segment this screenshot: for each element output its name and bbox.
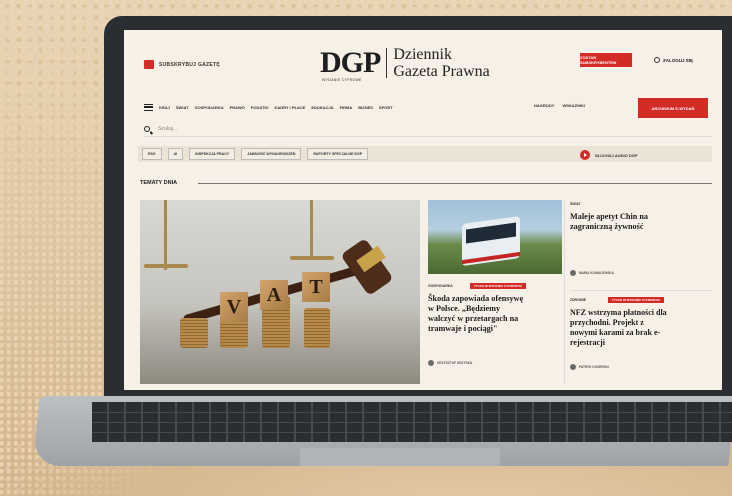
- topic-tag[interactable]: AI: [167, 148, 184, 160]
- nav-item[interactable]: FIRMA: [340, 105, 353, 110]
- nav-item[interactable]: PRAWO: [230, 105, 245, 110]
- play-icon: [580, 150, 590, 160]
- vat-cube: V: [220, 292, 248, 322]
- author-name: PATRYK KOZERSKI: [579, 365, 609, 369]
- digital-only-badge: TYLKO W WYDANIU CYFROWYM: [470, 283, 526, 289]
- headline-line: walczyć w przetargach na: [428, 314, 519, 323]
- keyboard-row: [92, 412, 732, 413]
- nav-awards-link[interactable]: NAGRODY: [534, 103, 554, 108]
- topic-tag[interactable]: INSPEKCJA PRACY: [189, 148, 236, 160]
- headline-line: przychodni. Projekt z: [570, 318, 644, 327]
- laptop-screen: SUBSKRYBUJ GAZETĘ DGP WYDANIE CYFROWE Dz…: [124, 30, 722, 390]
- coin-stack: [304, 308, 330, 348]
- login-link[interactable]: ZALOGUJ SIĘ: [654, 57, 693, 63]
- logo-name-line-1: Dziennik: [393, 46, 452, 63]
- scale-pan: [144, 264, 188, 268]
- listen-label: SŁUCHAJ AUDIO DGP: [595, 152, 638, 158]
- author-name: MARIA KOWALEWSKA: [579, 271, 614, 275]
- article-author[interactable]: PATRYK KOZERSKI: [570, 364, 609, 370]
- keyboard-row: [92, 422, 732, 423]
- tram-photo[interactable]: [428, 200, 562, 274]
- article-kicker: GOSPODARKA: [428, 284, 453, 288]
- nav-item[interactable]: EDUKACJA: [311, 105, 333, 110]
- nav-item[interactable]: PODATKI: [251, 105, 269, 110]
- logo-subtitle: WYDANIE CYFROWE: [322, 78, 362, 82]
- nav-item[interactable]: KRAJ: [159, 105, 170, 110]
- nav-item[interactable]: KADRY I PŁACE: [274, 105, 305, 110]
- headline-line: Maleje apetyt Chin na: [570, 212, 649, 221]
- nav-item[interactable]: ŚWIAT: [176, 105, 189, 110]
- headline-line: NFZ wstrzyma płatności dla: [570, 308, 667, 317]
- scale-post: [310, 200, 313, 260]
- vat-cube: A: [260, 280, 288, 310]
- article-kicker: ŚWIAT: [570, 202, 581, 206]
- section-divider: [198, 183, 712, 184]
- nav-item[interactable]: GOSPODARKA: [194, 105, 223, 110]
- topic-tag[interactable]: RAPORTY SPECJALNE DGP: [307, 148, 369, 160]
- laptop-keyboard: [92, 402, 732, 442]
- article-headline[interactable]: Škoda zapowiada ofensywę w Polsce. „Będz…: [428, 294, 523, 334]
- author-name: KRZYSZTOF KRZYSKA: [437, 361, 473, 365]
- search-input[interactable]: Szukaj...: [158, 126, 177, 132]
- archive-button[interactable]: ARCHIWUM E-WYDAŃ: [638, 98, 708, 118]
- login-label: ZALOGUJ SIĘ: [663, 57, 694, 63]
- vat-cube: T: [302, 272, 330, 302]
- author-avatar: [428, 360, 434, 366]
- nav-item[interactable]: SPORT: [379, 105, 393, 110]
- article-headline[interactable]: Maleje apetyt Chin na zagraniczną żywnoś…: [570, 212, 648, 232]
- nav-indicators-link[interactable]: WSKAŹNIKI: [562, 103, 585, 108]
- section-title: TEMATY DNIA: [140, 180, 178, 186]
- site-logo[interactable]: DGP WYDANIE CYFROWE Dziennik Gazeta Praw…: [320, 46, 490, 82]
- digital-only-badge: TYLKO W WYDANIU CYFROWYM: [608, 297, 664, 303]
- row-divider: [570, 290, 712, 291]
- hamburger-menu-icon[interactable]: [144, 103, 153, 111]
- headline-line: nowymi karami za brak e-: [570, 328, 661, 337]
- main-nav: KRAJ ŚWIAT GOSPODARKA PRAWO PODATKI KADR…: [144, 100, 712, 114]
- hero-image[interactable]: V A T: [140, 200, 420, 384]
- subscribe-gift-link[interactable]: SUBSKRYBUJ GAZETĘ: [144, 60, 220, 69]
- coin-stack: [180, 318, 208, 348]
- article-author[interactable]: MARIA KOWALEWSKA: [570, 270, 614, 276]
- logo-divider: [386, 48, 388, 78]
- topic-tag[interactable]: JAWNOŚĆ WYNAGRODZEŃ: [241, 148, 302, 160]
- nav-item[interactable]: BIZNES: [358, 105, 373, 110]
- article-author[interactable]: KRZYSZTOF KRZYSKA: [428, 360, 472, 366]
- subscribe-button[interactable]: ZOSTAŃ SUBSKRYBENTEM: [580, 53, 632, 67]
- search-icon[interactable]: [144, 126, 150, 132]
- keyboard-row: [92, 432, 732, 433]
- article-headline[interactable]: NFZ wstrzyma płatności dla przychodni. P…: [570, 308, 667, 348]
- column-divider: [564, 200, 565, 384]
- user-icon: [654, 57, 660, 63]
- headline-line: Škoda zapowiada ofensywę: [428, 294, 524, 303]
- headline-line: tramwaje i pociągi": [428, 324, 498, 333]
- headline-line: zagraniczną żywność: [570, 222, 644, 231]
- topic-tag[interactable]: ESG: [142, 148, 162, 160]
- headline-line: rejestracji: [570, 338, 605, 347]
- scale-pan: [290, 256, 334, 260]
- site-header: SUBSKRYBUJ GAZETĘ DGP WYDANIE CYFROWE Dz…: [124, 30, 722, 96]
- article-kicker: ZDROWIE: [570, 298, 587, 302]
- author-avatar: [570, 270, 576, 276]
- logo-letters: DGP: [320, 46, 381, 79]
- search-bar: Szukaj...: [144, 122, 712, 137]
- scale-post: [164, 200, 167, 270]
- gift-icon: [144, 60, 154, 69]
- logo-name-line-2: Gazeta Prawna: [393, 63, 490, 80]
- author-avatar: [570, 364, 576, 370]
- headline-line: w Polsce. „Będziemy: [428, 304, 501, 313]
- nav-right: NAGRODY WSKAŹNIKI: [534, 103, 585, 108]
- gift-label: SUBSKRYBUJ GAZETĘ: [159, 61, 221, 68]
- laptop-touchpad: [300, 448, 500, 466]
- listen-audio[interactable]: SŁUCHAJ AUDIO DGP: [580, 150, 638, 160]
